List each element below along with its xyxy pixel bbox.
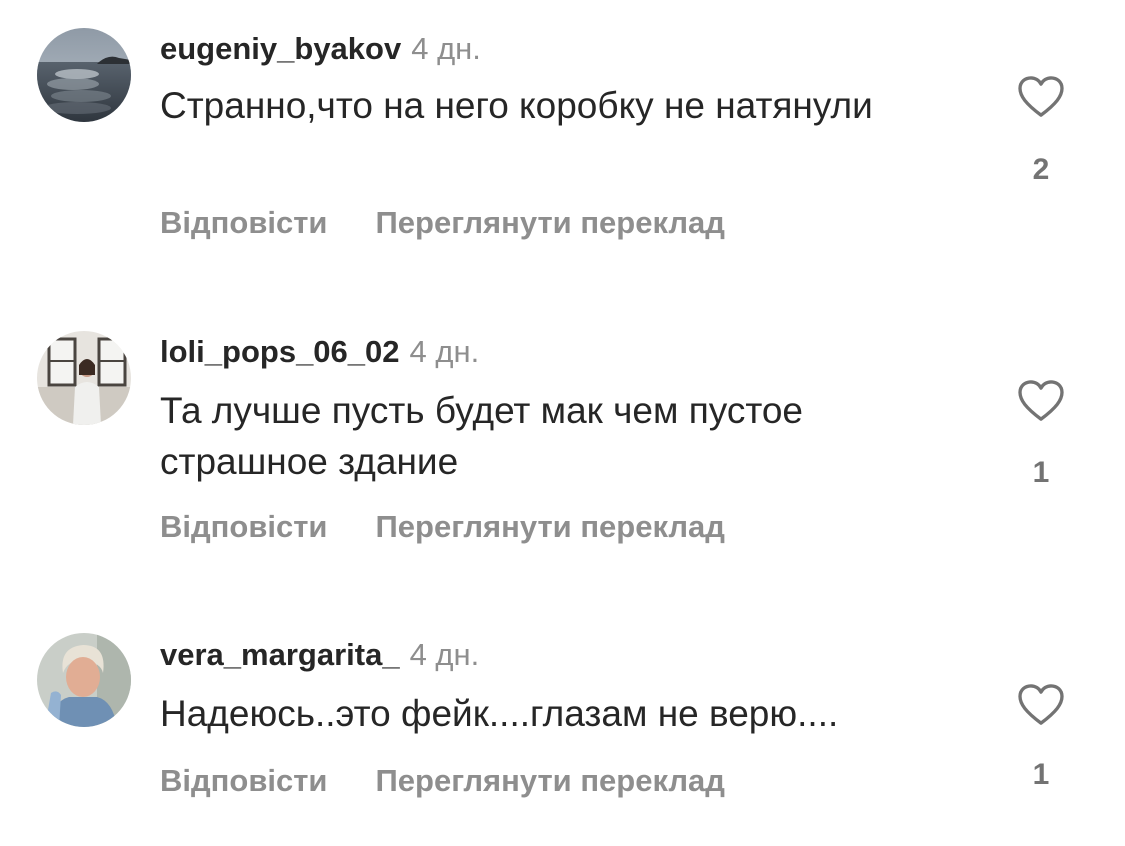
comment-actions: Відповісти Переглянути переклад: [160, 509, 725, 545]
person-window-avatar-icon: [37, 331, 131, 425]
timestamp: 4 дн.: [409, 637, 480, 672]
comment-actions: Відповісти Переглянути переклад: [160, 763, 725, 799]
username[interactable]: loli_pops_06_02: [160, 334, 400, 369]
like-count: 1: [1032, 758, 1050, 791]
see-translation-button[interactable]: Переглянути переклад: [376, 509, 725, 545]
comment-header: loli_pops_06_02 4 дн.: [160, 334, 479, 370]
like-count: 2: [1032, 153, 1050, 186]
reply-button[interactable]: Відповісти: [160, 509, 328, 545]
reply-button[interactable]: Відповісти: [160, 205, 328, 241]
comment-header: vera_margarita_ 4 дн.: [160, 637, 479, 673]
reply-button[interactable]: Відповісти: [160, 763, 328, 799]
sea-landscape-avatar-icon: [37, 28, 131, 122]
username[interactable]: eugeniy_byakov: [160, 31, 401, 66]
heart-icon[interactable]: [1018, 76, 1064, 118]
heart-icon[interactable]: [1018, 684, 1064, 726]
comment-text: Странно,что на него коробку не натянули: [160, 85, 873, 126]
see-translation-button[interactable]: Переглянути переклад: [376, 763, 725, 799]
comment-text: Надеюсь..это фейк....глазам не верю....: [160, 693, 839, 734]
heart-icon[interactable]: [1018, 380, 1064, 422]
username[interactable]: vera_margarita_: [160, 637, 400, 672]
avatar[interactable]: [37, 28, 131, 122]
comment-actions: Відповісти Переглянути переклад: [160, 205, 725, 241]
timestamp: 4 дн.: [409, 334, 480, 369]
comment-text: Та лучше пусть будет мак чем пустое стра…: [160, 390, 804, 482]
woman-portrait-avatar-icon: [37, 633, 131, 727]
timestamp: 4 дн.: [411, 31, 481, 66]
comment-header: eugeniy_byakov 4 дн.: [160, 31, 481, 67]
like-count: 1: [1032, 456, 1050, 489]
avatar[interactable]: [37, 633, 131, 727]
avatar[interactable]: [37, 331, 131, 425]
see-translation-button[interactable]: Переглянути переклад: [376, 205, 725, 241]
